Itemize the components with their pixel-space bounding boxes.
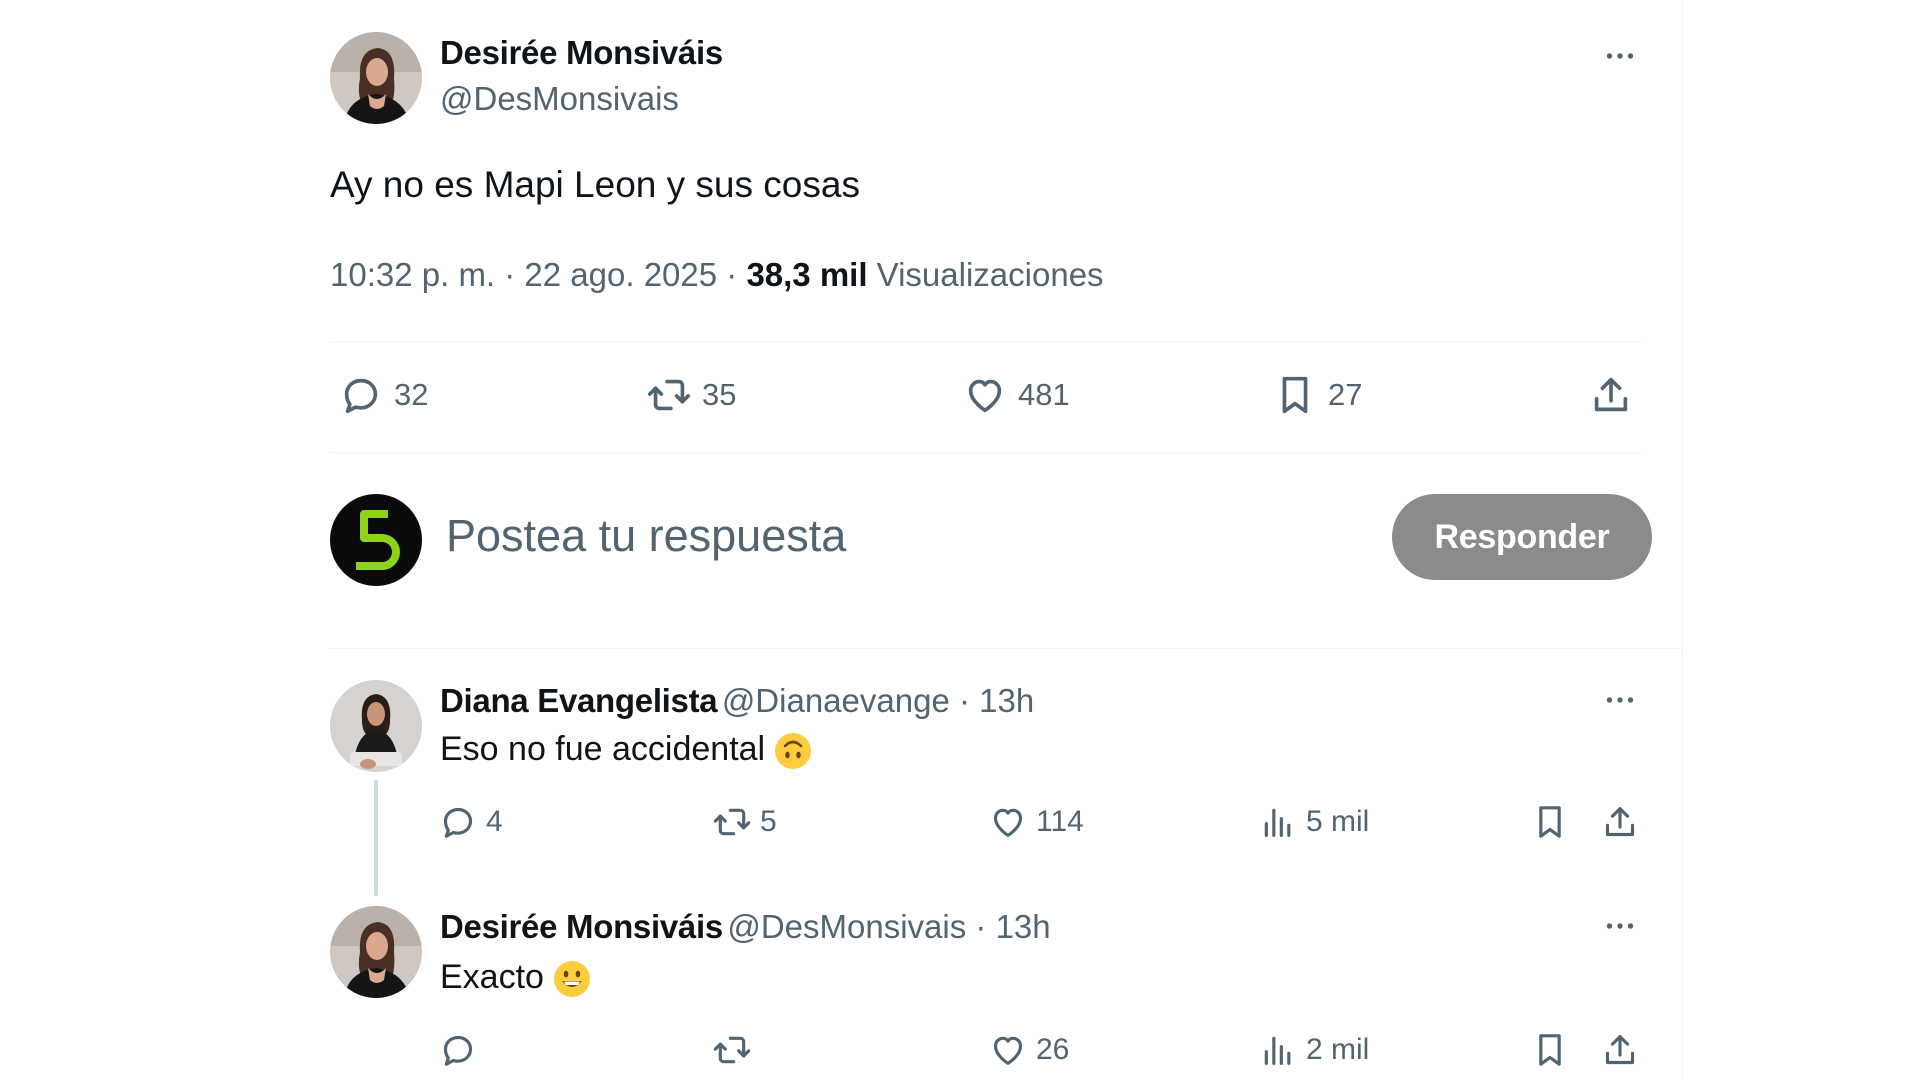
reply-count: 32 xyxy=(394,377,429,412)
reply-action[interactable]: 32 xyxy=(338,372,428,418)
avatar-image xyxy=(330,906,422,998)
views-action[interactable]: 5 mil xyxy=(1258,802,1369,842)
reply-author-handle[interactable]: @DesMonsivais · 13h xyxy=(727,908,1050,945)
repost-action[interactable] xyxy=(712,1030,760,1070)
reply-text: Eso no fue accidental xyxy=(440,730,766,768)
heart-icon xyxy=(993,808,1023,837)
reply-header: Diana Evangelista @Dianaevange · 13h xyxy=(440,682,1034,720)
author-avatar[interactable] xyxy=(330,32,422,124)
bookmark-count: 27 xyxy=(1328,377,1363,412)
like-count: 114 xyxy=(1036,805,1084,838)
reply-input[interactable]: Postea tu respuesta xyxy=(446,510,846,562)
analytics-icon xyxy=(1264,1036,1291,1065)
author-handle[interactable]: @DesMonsivais xyxy=(440,80,679,118)
bookmark-action[interactable]: 27 xyxy=(1272,372,1362,418)
analytics-icon xyxy=(1264,808,1291,837)
bookmark-icon xyxy=(1539,806,1561,838)
reply-submit-button[interactable]: Responder xyxy=(1392,494,1652,580)
author-name[interactable]: Desirée Monsiváis xyxy=(440,34,723,72)
repost-count: 35 xyxy=(702,377,737,412)
views-count: 38,3 mil xyxy=(746,256,868,293)
reply-author-handle[interactable]: @Dianaevange · 13h xyxy=(722,682,1034,719)
like-action[interactable]: 114 xyxy=(988,802,1084,842)
reply-icon xyxy=(443,1035,473,1066)
post-meta: 10:32 p. m. · 22 ago. 2025 · 38,3 mil Vi… xyxy=(330,256,1104,294)
reply-action[interactable] xyxy=(438,1030,486,1070)
views-count: 2 mil xyxy=(1306,1033,1370,1066)
repost-icon xyxy=(648,379,690,411)
reply-count: 4 xyxy=(486,805,503,838)
views-action[interactable]: 2 mil xyxy=(1258,1030,1369,1070)
more-options-button[interactable] xyxy=(1600,680,1640,720)
share-icon xyxy=(1605,807,1635,837)
share-icon xyxy=(1594,377,1628,412)
heart-icon xyxy=(968,379,1002,413)
thread-connector xyxy=(374,780,378,896)
bookmark-icon xyxy=(1282,376,1308,414)
repost-count: 5 xyxy=(760,805,777,838)
views-count: 5 mil xyxy=(1306,805,1370,838)
like-count: 26 xyxy=(1036,1033,1070,1066)
like-action[interactable]: 481 xyxy=(962,372,1070,418)
reply-avatar[interactable] xyxy=(330,906,422,998)
avatar-image xyxy=(330,32,422,124)
more-icon xyxy=(1606,697,1634,703)
reply-text-row: Eso no fue accidental xyxy=(440,730,813,771)
share-button[interactable] xyxy=(1600,802,1640,842)
reply-header: Desirée Monsiváis @DesMonsivais · 13h xyxy=(440,908,1051,946)
share-button[interactable] xyxy=(1600,1030,1640,1070)
reply-icon xyxy=(344,378,378,414)
reply-text: Exacto xyxy=(440,958,544,996)
reply-avatar[interactable] xyxy=(330,680,422,772)
repost-icon xyxy=(713,808,751,836)
share-button[interactable] xyxy=(1588,372,1634,418)
more-options-button[interactable] xyxy=(1600,906,1640,946)
more-icon xyxy=(1606,53,1634,59)
post-text: Ay no es Mapi Leon y sus cosas xyxy=(330,164,860,205)
post-timestamp[interactable]: 10:32 p. m. · 22 ago. 2025 · xyxy=(330,256,746,293)
avatar-image xyxy=(330,680,422,772)
like-action[interactable]: 26 xyxy=(988,1030,1069,1070)
repost-action[interactable]: 35 xyxy=(646,372,736,418)
bookmark-action[interactable] xyxy=(1530,802,1570,842)
more-icon xyxy=(1606,923,1634,929)
reply-action[interactable]: 4 xyxy=(438,802,503,842)
reply-author-name[interactable]: Diana Evangelista xyxy=(440,682,718,719)
bookmark-icon xyxy=(1539,1034,1561,1066)
divider xyxy=(330,648,1682,649)
heart-icon xyxy=(993,1036,1023,1065)
column-right-border xyxy=(1682,0,1683,1080)
grinning-face-icon xyxy=(553,961,590,998)
reply-text-row: Exacto xyxy=(440,958,592,999)
repost-action[interactable]: 5 xyxy=(712,802,777,842)
bookmark-action[interactable] xyxy=(1530,1030,1570,1070)
reply-author-name[interactable]: Desirée Monsiváis xyxy=(440,908,723,945)
reply-icon xyxy=(443,807,473,838)
divider xyxy=(330,452,1642,453)
share-icon xyxy=(1605,1035,1635,1065)
current-user-avatar[interactable] xyxy=(330,494,422,586)
divider xyxy=(330,342,1642,343)
views-label: Visualizaciones xyxy=(867,256,1104,293)
repost-icon xyxy=(713,1036,751,1064)
channel-5-logo-icon xyxy=(330,494,422,586)
more-options-button[interactable] xyxy=(1600,36,1640,76)
upside-down-face-icon xyxy=(775,733,812,770)
like-count: 481 xyxy=(1018,377,1070,412)
